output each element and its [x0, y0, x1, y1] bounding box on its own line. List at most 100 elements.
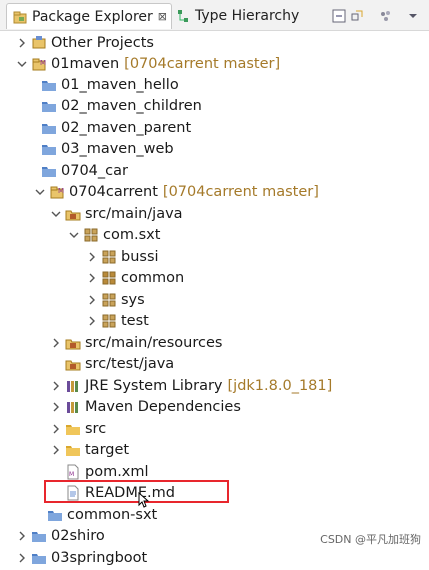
tree-item-maven-dependencies[interactable]: Maven Dependencies — [0, 396, 429, 417]
tree-item-test[interactable]: test — [0, 310, 429, 331]
tree-item-01maven[interactable]: M 01maven [0704carrent master] — [0, 53, 429, 74]
working-set-icon — [31, 35, 47, 51]
tree-item-src[interactable]: src — [0, 418, 429, 439]
folder-icon — [41, 98, 57, 114]
tree-item-label: common-sxt — [67, 506, 158, 523]
tree-item-02-maven-parent[interactable]: 02_maven_parent — [0, 117, 429, 138]
package-icon — [101, 249, 117, 265]
tree-item-common[interactable]: common — [0, 267, 429, 288]
tree-item-label: 0704_car — [61, 162, 128, 179]
tree-item-sys[interactable]: sys — [0, 289, 429, 310]
link-with-editor-icon[interactable] — [350, 8, 364, 22]
maven-project-icon: M — [31, 56, 47, 72]
tree-item-label: src/main/resources — [85, 334, 223, 351]
chevron-right-icon[interactable] — [86, 315, 98, 327]
chevron-right-icon[interactable] — [50, 380, 62, 392]
tab-type-hierarchy-label: Type Hierarchy — [195, 8, 300, 24]
tree-item-label: src — [85, 420, 107, 437]
svg-text:M: M — [58, 187, 64, 195]
tree-item-label: 02_maven_parent — [61, 119, 192, 136]
tree-item-0704-car[interactable]: 0704_car — [0, 160, 429, 181]
folder-icon — [41, 163, 57, 179]
chevron-right-icon[interactable] — [86, 251, 98, 263]
jdk-version-decoration: [jdk1.8.0_181] — [227, 377, 333, 394]
tree-item-target[interactable]: target — [0, 439, 429, 460]
source-folder-icon — [65, 206, 81, 222]
tree-item-02-maven-children[interactable]: 02_maven_children — [0, 95, 429, 116]
tree-item-label: 03_maven_web — [61, 140, 174, 157]
folder-icon — [41, 77, 57, 93]
chevron-right-icon[interactable] — [50, 401, 62, 413]
tree-item-03springboot[interactable]: 03springboot — [0, 547, 429, 568]
tree-item-other-projects[interactable]: Other Projects — [0, 32, 429, 53]
tree-item-label: src/main/java — [85, 205, 183, 222]
tree-item-label: 02shiro — [51, 527, 105, 544]
chevron-right-icon[interactable] — [50, 337, 62, 349]
tree-item-label: 03springboot — [51, 549, 148, 566]
view-menu-icon[interactable] — [406, 8, 420, 22]
tree-item-label: test — [121, 312, 149, 329]
highlight-box — [44, 480, 229, 503]
package-icon — [101, 270, 117, 286]
tree-item-src-main-java[interactable]: src/main/java — [0, 203, 429, 224]
tree-item-src-test-java[interactable]: src/test/java — [0, 353, 429, 374]
tree-item-jre-system-library[interactable]: JRE System Library [jdk1.8.0_181] — [0, 375, 429, 396]
tree-item-src-main-resources[interactable]: src/main/resources — [0, 332, 429, 353]
tree-item-01-maven-hello[interactable]: 01_maven_hello — [0, 74, 429, 95]
package-icon — [101, 292, 117, 308]
chevron-down-icon[interactable] — [16, 58, 28, 70]
chevron-right-icon[interactable] — [50, 444, 62, 456]
chevron-right-icon[interactable] — [50, 423, 62, 435]
chevron-right-icon[interactable] — [16, 37, 28, 49]
chevron-right-icon[interactable] — [86, 294, 98, 306]
chevron-down-icon[interactable] — [68, 229, 80, 241]
tab-package-explorer-label: Package Explorer — [32, 8, 153, 25]
tree-item-label: JRE System Library — [85, 377, 223, 394]
tree-item-03-maven-web[interactable]: 03_maven_web — [0, 138, 429, 159]
chevron-down-icon[interactable] — [50, 208, 62, 220]
tree-item-common-sxt[interactable]: common-sxt — [0, 504, 429, 525]
filters-icon[interactable] — [379, 8, 393, 22]
package-icon — [83, 227, 99, 243]
tree-item-com-sxt[interactable]: com.sxt — [0, 224, 429, 245]
tree-item-label: Maven Dependencies — [85, 398, 241, 415]
tree-item-label: sys — [121, 291, 145, 308]
package-explorer-icon — [13, 10, 27, 24]
library-icon — [65, 378, 81, 394]
tree-item-label: 01_maven_hello — [61, 76, 179, 93]
tree-item-label: src/test/java — [85, 355, 175, 372]
tree-item-pom-xml[interactable]: M pom.xml — [0, 461, 429, 482]
chevron-right-icon[interactable] — [86, 272, 98, 284]
package-explorer-tree: Other Projects M 01maven [0704carrent ma… — [0, 31, 429, 566]
folder-icon — [31, 550, 47, 566]
tree-item-label: 0704carrent — [69, 183, 158, 200]
tree-item-label: 01maven — [51, 55, 120, 72]
chevron-right-icon[interactable] — [16, 530, 28, 542]
tree-item-label: bussi — [121, 248, 159, 265]
chevron-down-icon[interactable] — [34, 186, 46, 198]
svg-text:M: M — [69, 471, 74, 478]
maven-project-icon: M — [49, 184, 65, 200]
tab-package-explorer[interactable]: Package Explorer ⊠ — [6, 3, 172, 29]
svg-text:M: M — [40, 59, 46, 67]
source-folder-icon — [65, 356, 81, 372]
folder-icon — [41, 141, 57, 157]
folder-icon — [47, 507, 63, 523]
folder-icon — [41, 120, 57, 136]
library-icon — [65, 399, 81, 415]
chevron-right-icon[interactable] — [16, 552, 28, 564]
git-branch-decoration: [0704carrent master] — [162, 183, 319, 200]
close-icon[interactable]: ⊠ — [158, 10, 167, 23]
tab-type-hierarchy[interactable]: Type Hierarchy — [174, 3, 326, 29]
folder-icon — [31, 528, 47, 544]
collapse-all-icon[interactable] — [332, 8, 346, 23]
folder-icon — [65, 442, 81, 458]
mouse-cursor-icon — [138, 491, 150, 508]
tree-item-bussi[interactable]: bussi — [0, 246, 429, 267]
xml-file-icon: M — [65, 464, 81, 480]
type-hierarchy-icon — [176, 9, 190, 23]
tree-item-label: com.sxt — [103, 226, 161, 243]
view-tab-bar: Package Explorer ⊠ Type Hierarchy — [0, 0, 429, 31]
source-folder-icon — [65, 335, 81, 351]
tree-item-0704carrent[interactable]: M 0704carrent [0704carrent master] — [0, 181, 429, 202]
